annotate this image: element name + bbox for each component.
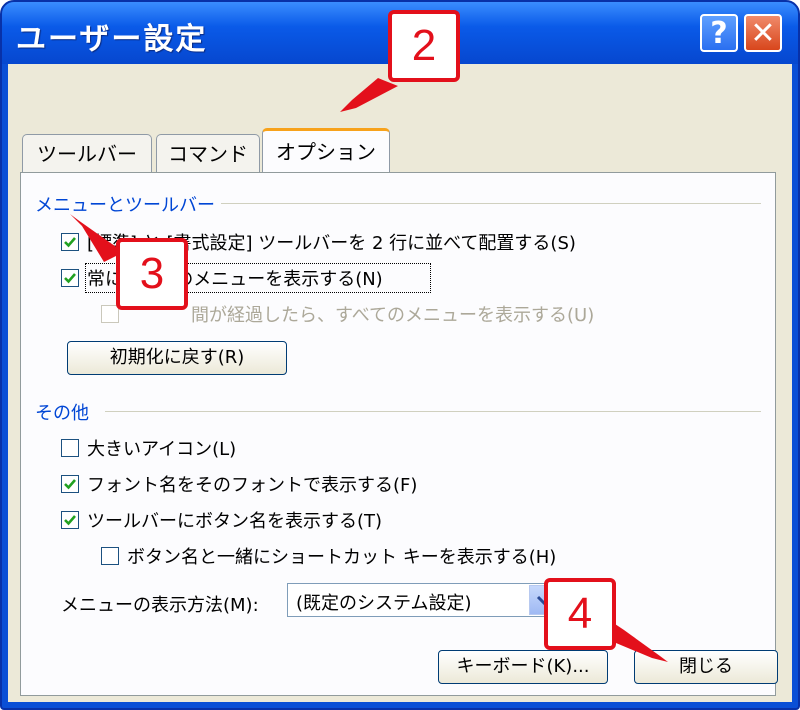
annotation-arrows [70,78,668,662]
callout-arrow-2 [340,78,398,112]
callout-badge-4: 4 [544,578,616,650]
callout-badge-3: 3 [116,238,188,310]
callout-badge-2: 2 [388,10,460,82]
